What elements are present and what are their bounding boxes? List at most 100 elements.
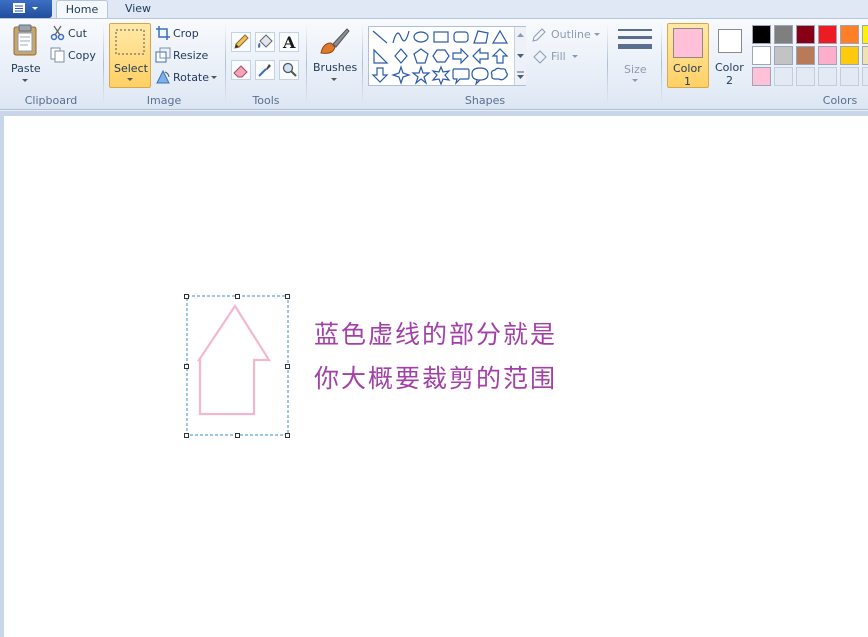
text-tool[interactable]: A [279,32,299,52]
color2-number: 2 [726,74,733,87]
shape-rounded-callout-icon [452,68,470,85]
palette-swatch[interactable] [774,25,793,44]
palette-swatch[interactable] [862,46,868,65]
selection-handle-bottom[interactable] [235,433,240,438]
palette-swatch[interactable] [774,46,793,65]
chevron-down-icon [594,33,600,36]
application-menu-button[interactable] [0,0,52,18]
magnifier-tool[interactable] [279,60,299,80]
resize-icon [155,47,171,63]
tab-home[interactable]: Home [56,0,108,19]
group-separator [362,24,363,104]
palette-swatch[interactable] [818,25,837,44]
copy-label: Copy [68,49,96,62]
group-separator [306,24,307,104]
shape-down-arrow-icon [371,67,389,83]
shape-rectangle-icon [433,31,449,43]
palette-swatch[interactable] [818,67,837,86]
color2-swatch [718,29,742,53]
paste-label: Paste [11,62,41,75]
outline-button[interactable]: Outline [531,27,603,43]
fill-button[interactable]: Fill [531,49,591,65]
fill-label: Fill [551,50,566,63]
selection-handle-bottom-right[interactable] [285,433,290,438]
size-button[interactable]: Size [613,23,657,88]
rotate-icon [156,69,170,84]
canvas-note-line-2: 你大概要裁剪的范围 [314,364,558,393]
color1-button[interactable]: Color 1 [667,23,709,88]
shape-curve-icon [392,30,410,44]
shape-diamond-icon [394,48,408,64]
palette-swatch[interactable] [796,25,815,44]
eraser-icon [233,65,248,78]
shape-hexagon-icon [432,49,450,63]
app-menu-icon [13,3,38,13]
shapes-group-label: Shapes [464,94,506,107]
paint-bucket-icon [258,34,273,48]
cut-button[interactable]: Cut [50,25,98,43]
palette-swatch[interactable] [752,67,771,86]
crop-button[interactable]: Crop [155,25,217,43]
line-size-icon [618,29,652,49]
color2-button[interactable]: Color 2 [712,23,748,88]
palette-swatch[interactable] [796,67,815,86]
pencil-tool[interactable] [231,32,251,52]
outline-label: Outline [551,28,591,41]
paste-button[interactable]: Paste [6,23,44,85]
select-button[interactable]: Select [109,23,151,88]
color1-number: 1 [684,75,691,88]
selection-handle-bottom-left[interactable] [184,433,189,438]
pencil-icon [234,34,249,49]
selection-handle-top-right[interactable] [285,294,290,299]
palette-swatch[interactable] [752,46,771,65]
text-tool-glyph: A [283,33,296,52]
eraser-tool[interactable] [231,60,251,80]
palette-swatch[interactable] [862,67,868,86]
palette-swatch[interactable] [840,25,859,44]
tab-view[interactable]: View [114,0,162,18]
shape-triangle-icon [491,29,509,44]
up-arrow-shape [196,303,271,416]
palette-swatch[interactable] [840,46,859,65]
chevron-down-icon [331,78,337,81]
palette-swatch[interactable] [818,46,837,65]
scissors-icon [50,25,65,41]
fill-tool[interactable] [255,32,275,52]
shapes-gallery [368,26,526,86]
chevron-down-icon [632,79,638,82]
shape-up-arrow-icon [491,48,509,64]
copy-icon [50,47,65,63]
brushes-button[interactable]: Brushes [311,23,357,88]
color-palette [752,25,868,89]
selection-with-arrow[interactable] [180,290,300,440]
group-separator [661,24,662,104]
canvas-note-line-1: 蓝色虚线的部分就是 [314,320,558,349]
shape-six-point-star-icon [431,65,451,86]
select-label: Select [114,62,148,75]
selection-handle-top-left[interactable] [184,294,189,299]
clipboard-paste-icon [13,24,37,56]
chevron-down-icon [127,78,133,81]
chevron-down-icon [211,76,217,79]
cut-label: Cut [68,27,87,40]
shapes-gallery-scrollbar[interactable] [514,27,526,85]
selection-handle-top[interactable] [235,294,240,299]
palette-swatch[interactable] [752,25,771,44]
selection-handle-right[interactable] [285,364,290,369]
palette-swatch[interactable] [774,67,793,86]
rotate-button[interactable]: Rotate [155,69,221,87]
palette-swatch[interactable] [862,25,868,44]
rotate-label: Rotate [173,71,210,84]
shape-cloud-callout-icon [490,67,508,81]
palette-swatch[interactable] [840,67,859,86]
select-rectangle-icon [115,29,145,55]
copy-button[interactable]: Copy [50,47,100,65]
shape-right-arrow-icon [452,47,469,65]
color2-label: Color [715,61,744,74]
palette-swatch[interactable] [796,46,815,65]
resize-button[interactable]: Resize [155,47,217,65]
selection-handle-left[interactable] [184,364,189,369]
brushes-label: Brushes [313,61,358,74]
outline-pen-icon [532,28,546,42]
color-picker-tool[interactable] [255,60,275,80]
